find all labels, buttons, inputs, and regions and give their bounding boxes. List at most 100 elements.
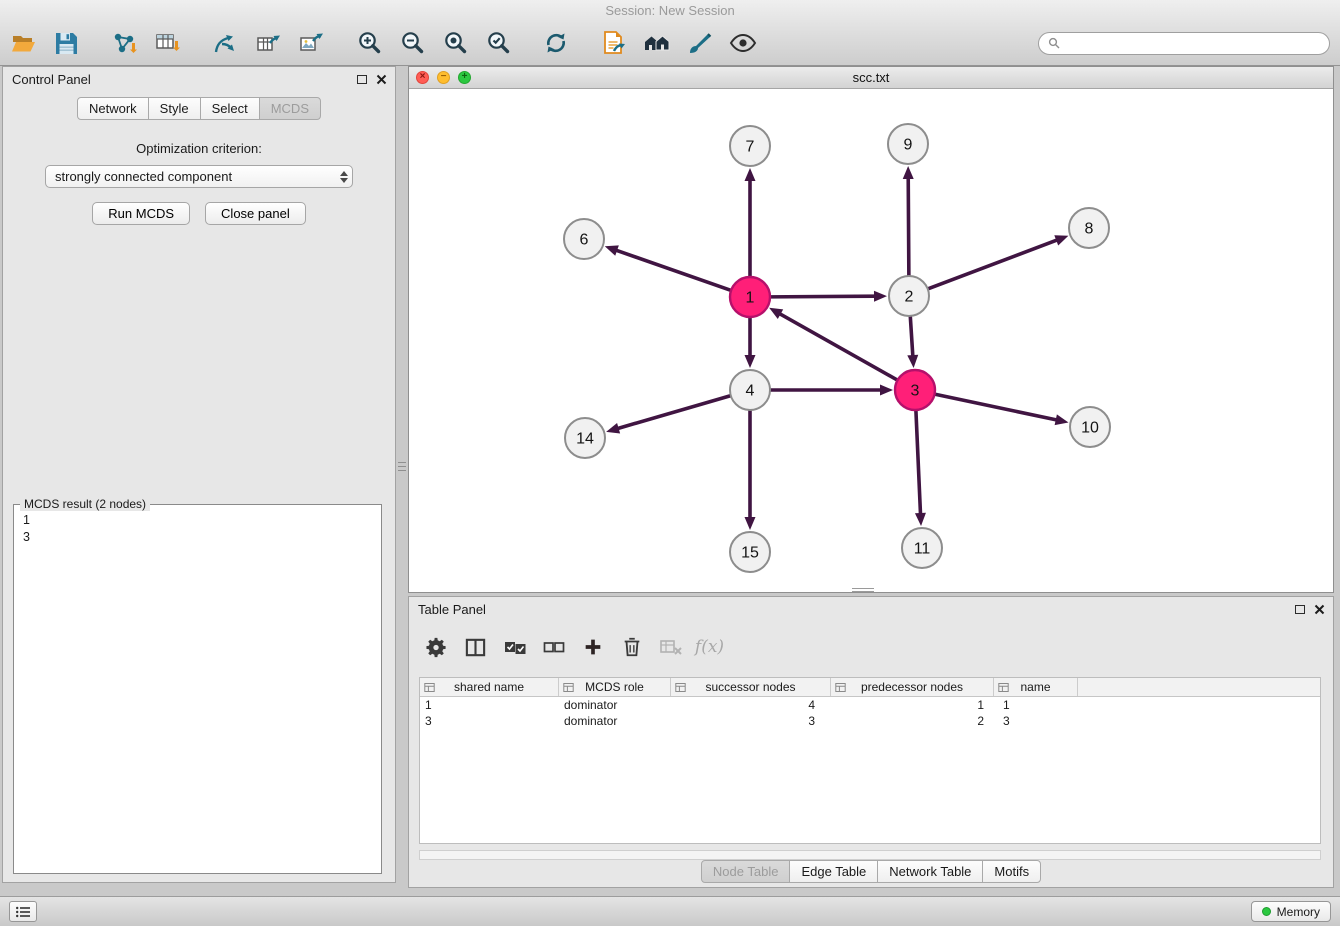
delete-table-button[interactable] [658, 633, 683, 661]
table-row[interactable]: 1 dominator 4 1 1 [420, 697, 1320, 713]
close-panel-icon[interactable] [376, 74, 387, 85]
graph-node-15[interactable]: 15 [730, 532, 770, 572]
graph-node-2[interactable]: 2 [889, 276, 929, 316]
cell-mcds-role[interactable]: dominator [559, 714, 671, 728]
export-network-button[interactable] [207, 26, 243, 60]
run-mcds-button[interactable]: Run MCDS [92, 202, 190, 225]
delete-column-button[interactable] [619, 633, 644, 661]
task-history-button[interactable] [9, 901, 37, 922]
graph-edge-3-11[interactable] [916, 410, 921, 513]
tab-style[interactable]: Style [148, 97, 201, 120]
close-panel-icon[interactable] [1314, 604, 1325, 615]
style-brush-button[interactable] [682, 26, 718, 60]
export-document-button[interactable] [596, 26, 632, 60]
table-horizontal-scrollbar[interactable] [419, 850, 1321, 860]
close-panel-button[interactable]: Close panel [205, 202, 306, 225]
zoom-fit-icon [442, 30, 469, 57]
cell-mcds-role[interactable]: dominator [559, 698, 671, 712]
graph-node-3[interactable]: 3 [895, 370, 935, 410]
tab-edge-table[interactable]: Edge Table [789, 860, 878, 883]
graph-node-4[interactable]: 4 [730, 370, 770, 410]
column-header-mcds-role[interactable]: MCDS role [559, 678, 671, 696]
show-hide-button[interactable] [725, 26, 761, 60]
graph-node-8[interactable]: 8 [1069, 208, 1109, 248]
graph-edge-3-1[interactable] [780, 314, 897, 380]
column-header-predecessor-nodes[interactable]: predecessor nodes [831, 678, 994, 696]
criterion-dropdown[interactable]: strongly connected component [45, 165, 353, 188]
close-window-icon[interactable] [416, 71, 429, 84]
column-options-icon[interactable] [675, 682, 686, 693]
table-settings-button[interactable] [424, 633, 449, 661]
tab-network-table[interactable]: Network Table [877, 860, 983, 883]
tab-select[interactable]: Select [200, 97, 260, 120]
graph-node-11[interactable]: 11 [902, 528, 942, 568]
tab-motifs[interactable]: Motifs [982, 860, 1041, 883]
export-image-icon [298, 30, 325, 57]
cell-predecessor-nodes[interactable]: 2 [831, 714, 994, 728]
column-visibility-button[interactable] [463, 633, 488, 661]
function-builder-button[interactable]: f(x) [697, 633, 722, 661]
graph-edge-2-9[interactable] [908, 179, 909, 276]
column-options-icon[interactable] [998, 682, 1009, 693]
tab-mcds[interactable]: MCDS [259, 97, 321, 120]
tab-node-table[interactable]: Node Table [701, 860, 791, 883]
apply-layout-button[interactable] [538, 26, 574, 60]
graph-node-7[interactable]: 7 [730, 126, 770, 166]
graph-edge-3-10[interactable] [935, 394, 1056, 420]
open-session-button[interactable] [5, 26, 41, 60]
table-toolbar: f(x) [409, 629, 1333, 665]
cell-shared-name[interactable]: 1 [420, 698, 559, 712]
column-header-shared-name[interactable]: shared name [420, 678, 559, 696]
svg-text:6: 6 [580, 232, 589, 249]
graph-node-1[interactable]: 1 [730, 277, 770, 317]
export-table-button[interactable] [250, 26, 286, 60]
graph-edge-2-3[interactable] [910, 316, 912, 355]
cell-shared-name[interactable]: 3 [420, 714, 559, 728]
graph-edge-4-14[interactable] [619, 396, 731, 429]
minimize-window-icon[interactable] [437, 71, 450, 84]
zoom-fit-button[interactable] [437, 26, 473, 60]
zoom-out-button[interactable] [394, 26, 430, 60]
graph-node-14[interactable]: 14 [565, 418, 605, 458]
cell-predecessor-nodes[interactable]: 1 [831, 698, 994, 712]
select-all-button[interactable] [502, 633, 527, 661]
create-column-button[interactable] [580, 633, 605, 661]
zoom-in-button[interactable] [351, 26, 387, 60]
cell-successor-nodes[interactable]: 4 [671, 698, 831, 712]
column-options-icon[interactable] [563, 682, 574, 693]
network-window-titlebar[interactable]: scc.txt [409, 67, 1333, 89]
hierarchy-home-button[interactable] [639, 26, 675, 60]
float-panel-icon[interactable] [357, 75, 367, 84]
node-table: shared name MCDS role successor nodes pr… [419, 677, 1321, 844]
vertical-splitter-grip[interactable] [398, 462, 406, 471]
memory-button[interactable]: Memory [1251, 901, 1331, 922]
cell-name[interactable]: 3 [994, 714, 1078, 728]
graph-edge-2-8[interactable] [928, 240, 1057, 289]
zoom-selected-button[interactable] [480, 26, 516, 60]
search-input[interactable] [1066, 36, 1320, 50]
column-options-icon[interactable] [424, 682, 435, 693]
float-panel-icon[interactable] [1295, 605, 1305, 614]
import-network-button[interactable] [106, 26, 142, 60]
cell-successor-nodes[interactable]: 3 [671, 714, 831, 728]
column-header-name[interactable]: name [994, 678, 1078, 696]
column-options-icon[interactable] [835, 682, 846, 693]
zoom-window-icon[interactable] [458, 71, 471, 84]
horizontal-splitter-grip[interactable] [852, 588, 874, 594]
column-header-successor-nodes[interactable]: successor nodes [671, 678, 831, 696]
cell-name[interactable]: 1 [994, 698, 1078, 712]
graph-edge-1-6[interactable] [617, 251, 731, 291]
export-image-button[interactable] [293, 26, 329, 60]
graph-node-6[interactable]: 6 [564, 219, 604, 259]
tab-network[interactable]: Network [77, 97, 149, 120]
deselect-all-button[interactable] [541, 633, 566, 661]
graph-edge-1-2[interactable] [770, 296, 874, 297]
graph-node-9[interactable]: 9 [888, 124, 928, 164]
graph-node-10[interactable]: 10 [1070, 407, 1110, 447]
import-table-button[interactable] [149, 26, 185, 60]
table-row[interactable]: 3 dominator 3 2 3 [420, 713, 1320, 729]
search-box[interactable] [1038, 32, 1330, 55]
save-session-button[interactable] [48, 26, 84, 60]
control-panel-title: Control Panel [12, 72, 91, 87]
network-graph-canvas[interactable]: 7 9 6 8 1 2 4 3 14 10 15 11 [409, 89, 1333, 592]
